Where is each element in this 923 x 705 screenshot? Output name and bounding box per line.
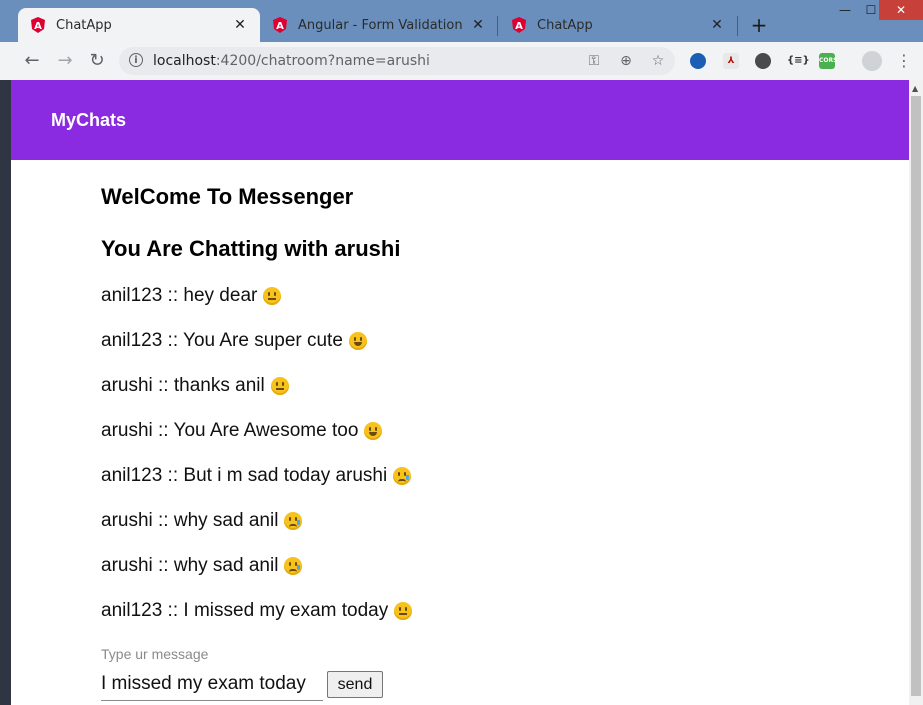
extension-cors-icon[interactable]: CORS — [819, 53, 837, 69]
browser-toolbar: ← → ↻ i localhost:4200/chatroom?name=aru… — [0, 42, 923, 81]
neutral-face-emoji-icon — [394, 602, 413, 620]
new-tab-button[interactable]: + — [748, 14, 770, 36]
extension-json-icon[interactable]: {≡} — [787, 53, 810, 69]
bookmark-star-icon[interactable]: ☆ — [649, 52, 667, 70]
sad-face-emoji-icon — [284, 557, 303, 575]
grinning-face-emoji-icon — [348, 332, 367, 350]
url-host: localhost — [153, 53, 216, 69]
info-icon[interactable]: i — [129, 53, 143, 67]
message-text: anil123 :: You Are super cute — [101, 330, 343, 351]
browser-menu-icon[interactable]: ⋮ — [896, 51, 912, 71]
message-input[interactable] — [101, 668, 323, 701]
key-icon[interactable]: ⚿ — [585, 52, 603, 70]
message-text: arushi :: thanks anil — [101, 375, 265, 396]
chat-message: arushi :: thanks anil — [101, 375, 289, 397]
chat-message: anil123 :: I missed my exam today — [101, 600, 413, 622]
message-text: arushi :: why sad anil — [101, 555, 279, 576]
reload-icon[interactable]: ↻ — [86, 50, 108, 72]
background-window-strip — [0, 80, 11, 705]
angular-icon: A — [31, 17, 45, 33]
close-icon[interactable]: ✕ — [232, 17, 248, 33]
address-bar[interactable]: i localhost:4200/chatroom?name=arushi ⚿ … — [119, 47, 675, 75]
sad-face-emoji-icon — [284, 512, 303, 530]
page-viewport: MyChats WelCome To Messenger You Are Cha… — [11, 80, 909, 705]
message-input-label: Type ur message — [101, 646, 209, 662]
close-icon[interactable]: ✕ — [709, 17, 725, 33]
brand-title[interactable]: MyChats — [51, 110, 126, 131]
scroll-up-arrow-icon[interactable]: ▲ — [912, 84, 918, 93]
chat-message: anil123 :: You Are super cute — [101, 330, 367, 352]
send-button[interactable]: send — [327, 671, 383, 698]
app-navbar: MyChats — [11, 80, 909, 160]
scrollbar-thumb[interactable] — [911, 96, 921, 696]
neutral-face-emoji-icon — [263, 287, 282, 305]
svg-text:A: A — [515, 21, 523, 32]
message-text: anil123 :: hey dear — [101, 285, 258, 306]
tab-label: Angular - Form Validation — [298, 17, 463, 33]
close-icon[interactable]: ✕ — [470, 17, 486, 33]
svg-text:A: A — [34, 21, 42, 32]
url-path: :4200/chatroom?name=arushi — [215, 53, 430, 69]
back-arrow-icon[interactable]: ← — [21, 50, 43, 72]
welcome-heading: WelCome To Messenger — [101, 184, 354, 209]
message-text: anil123 :: But i m sad today arushi — [101, 465, 388, 486]
url-text[interactable]: localhost:4200/chatroom?name=arushi — [153, 53, 430, 69]
profile-avatar[interactable] — [862, 51, 882, 71]
message-text: arushi :: why sad anil — [101, 510, 279, 531]
message-text: anil123 :: I missed my exam today — [101, 600, 389, 621]
chat-message: arushi :: why sad anil — [101, 555, 303, 577]
tab-chatapp[interactable]: A ChatApp ✕ — [499, 8, 737, 42]
tab-separator — [497, 16, 498, 36]
tab-separator — [737, 16, 738, 36]
extension-circle-icon[interactable] — [755, 53, 771, 69]
sad-face-emoji-icon — [393, 467, 412, 485]
message-text: arushi :: You Are Awesome too — [101, 420, 359, 441]
page-scrollbar[interactable]: ▲ — [909, 80, 923, 705]
tab-chatapp-active[interactable]: A ChatApp ✕ — [18, 8, 260, 42]
browser-tab-strip: A ChatApp ✕ A Angular - Form Validation … — [0, 0, 923, 42]
window-close-button[interactable]: ✕ — [879, 0, 923, 20]
chat-message: arushi :: You Are Awesome too — [101, 420, 383, 442]
tab-angular-form-validation[interactable]: A Angular - Form Validation ✕ — [260, 8, 498, 42]
forward-arrow-icon[interactable]: → — [54, 50, 76, 72]
grinning-face-emoji-icon — [364, 422, 383, 440]
svg-text:A: A — [276, 21, 284, 32]
neutral-face-emoji-icon — [270, 377, 289, 395]
tab-label: ChatApp — [56, 17, 112, 33]
extension-pdf-icon[interactable]: ⅄ — [723, 53, 739, 69]
zoom-icon[interactable]: ⊕ — [617, 52, 635, 70]
chat-message: arushi :: why sad anil — [101, 510, 303, 532]
chat-message: anil123 :: hey dear — [101, 285, 282, 307]
chatting-with-heading: You Are Chatting with arushi — [101, 236, 401, 261]
tab-label: ChatApp — [537, 17, 593, 33]
angular-icon: A — [512, 17, 526, 33]
chat-message: anil123 :: But i m sad today arushi — [101, 465, 412, 487]
extension-globe-icon[interactable] — [690, 53, 706, 69]
angular-icon: A — [273, 17, 287, 33]
